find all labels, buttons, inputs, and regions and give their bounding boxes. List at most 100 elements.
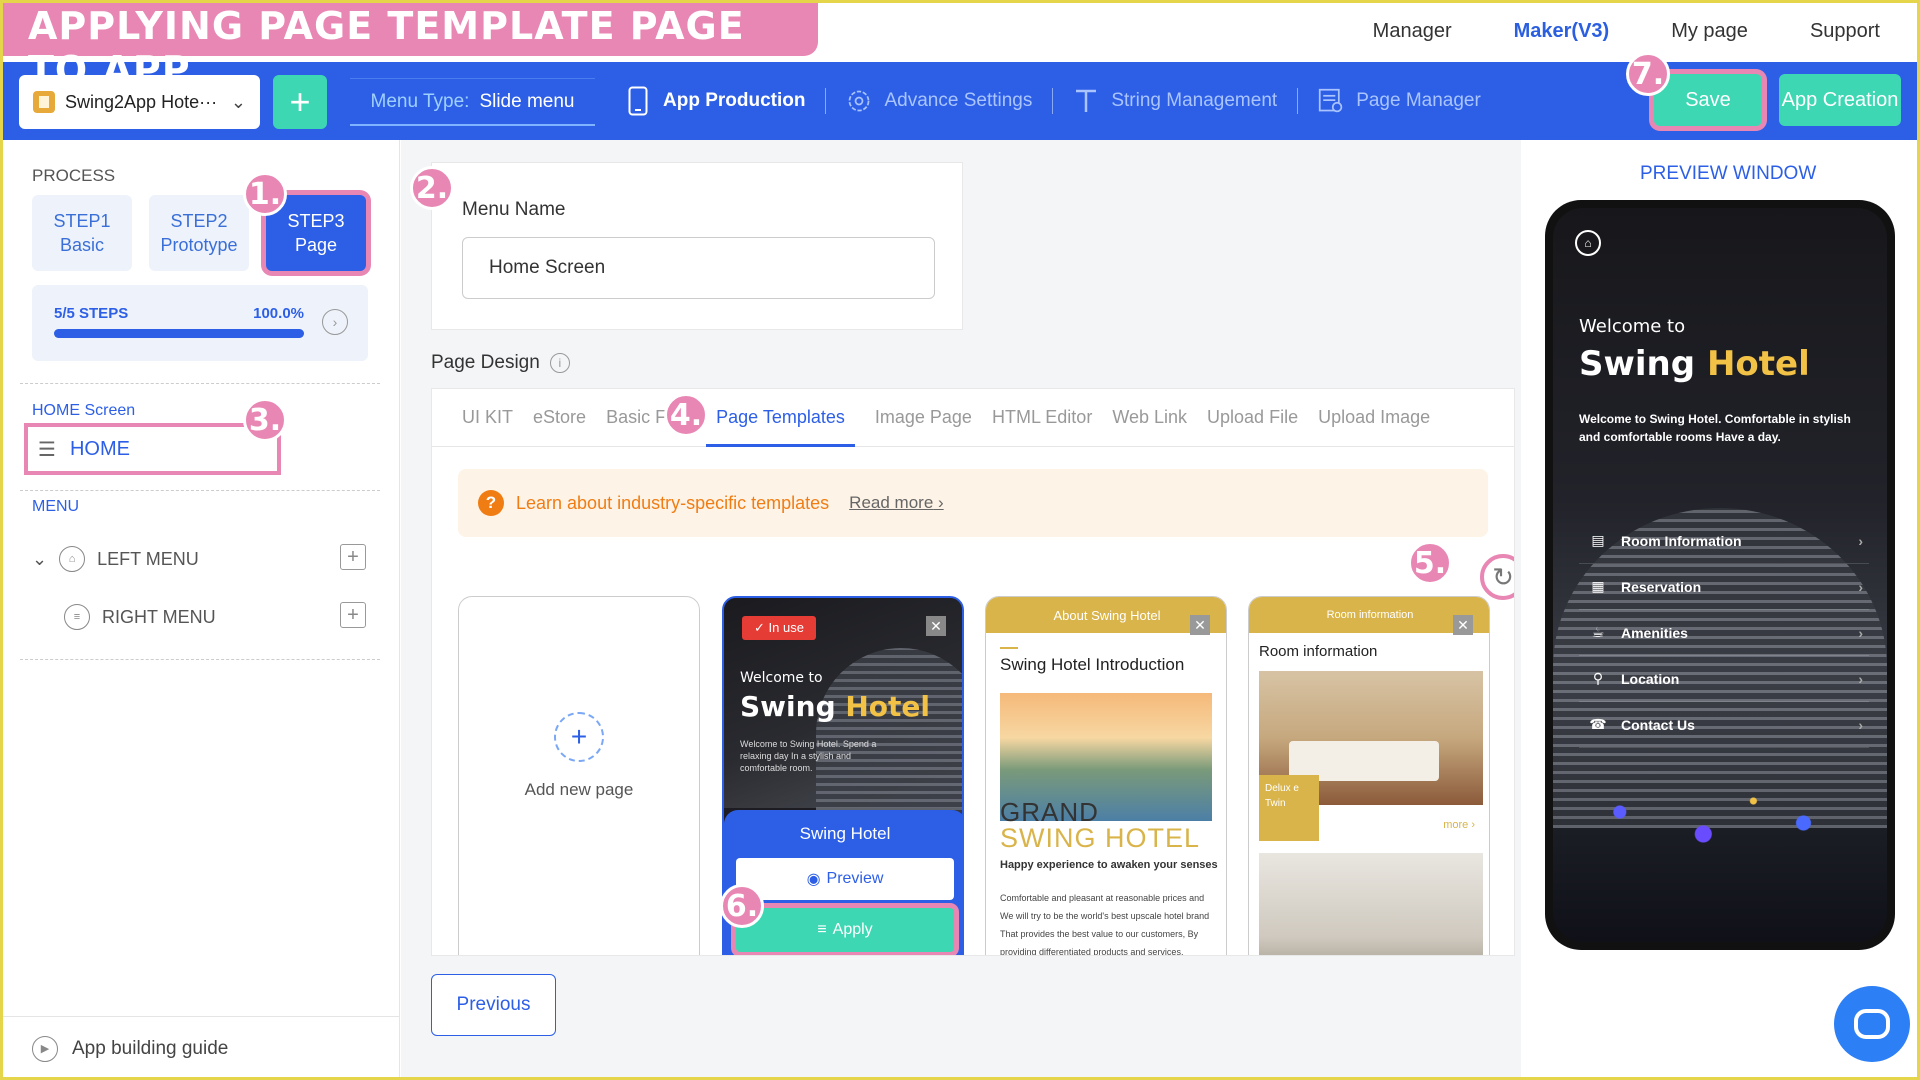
step-marker-1: 1. — [243, 172, 287, 216]
chevron-down-icon: ⌄ — [32, 548, 48, 569]
progress-steps: 5/5 STEPS — [54, 305, 129, 322]
preview-menu-amenities[interactable]: ☕ Amenities › — [1579, 610, 1869, 656]
app-creation-button[interactable]: App Creation — [1779, 74, 1901, 126]
divider — [20, 659, 380, 660]
home-icon[interactable]: ⌂ — [1575, 230, 1601, 256]
preview-menu-room-information[interactable]: ▤ Room Information › — [1579, 518, 1869, 564]
preview-menu-label: Reservation — [1621, 578, 1702, 595]
about-template-card[interactable]: About Swing Hotel ✕ Swing Hotel Introduc… — [985, 596, 1227, 956]
add-left-menu-button[interactable]: + — [340, 544, 366, 570]
preview-menu-label: Amenities — [1621, 624, 1688, 641]
preview-text: Welcome to Swing Hotel. Comfortable in s… — [1579, 412, 1851, 444]
tab-estore[interactable]: eStore — [533, 407, 586, 428]
home-menu-item[interactable]: ☰ HOME — [24, 423, 281, 475]
tab-upload-image[interactable]: Upload Image — [1318, 407, 1430, 428]
apply-icon: ≡ — [817, 921, 827, 938]
menu-type-selector[interactable]: Menu Type: Slide menu — [350, 78, 595, 126]
tab-upload-file[interactable]: Upload File — [1207, 407, 1298, 428]
chat-button[interactable] — [1834, 986, 1910, 1062]
app-logo-icon — [33, 91, 55, 113]
home-item-label: HOME — [69, 437, 130, 460]
about-tpl-title: Swing Hotel Introduction — [1000, 655, 1185, 674]
preview-label: Preview — [826, 870, 884, 887]
right-menu-row[interactable]: ≡ RIGHT MENU — [64, 604, 216, 630]
page-manager-tab[interactable]: Page Manager — [1318, 85, 1481, 117]
app-production-tab[interactable]: App Production — [625, 85, 805, 117]
question-icon: ? — [478, 490, 504, 516]
step-marker-7: 7. — [1626, 52, 1670, 96]
page-design-card: UI KIT eStore Basic Fea Page Templates I… — [431, 388, 1515, 956]
tab-web-link[interactable]: Web Link — [1112, 407, 1187, 428]
toolbar-menu: App Production Advance Settings String M… — [625, 62, 1481, 140]
step2-button[interactable]: STEP2 Prototype — [149, 195, 249, 271]
eye-icon: ◉ — [806, 871, 821, 888]
chevron-right-icon[interactable]: › — [322, 309, 348, 335]
preview-menu-reservation[interactable]: ▦ Reservation › — [1579, 564, 1869, 610]
night-lights-image — [1553, 768, 1887, 878]
close-icon[interactable]: ✕ — [1190, 615, 1210, 635]
step1-line2: Basic — [59, 235, 104, 255]
template-actions: Swing Hotel ◉ Preview ≡ Apply — [724, 810, 962, 955]
process-label: PROCESS — [32, 166, 116, 185]
step-marker-4: 4. — [664, 393, 708, 437]
preview-title-b: Hotel — [1706, 344, 1810, 384]
app-building-guide[interactable]: ▶ App building guide — [0, 1016, 400, 1080]
preview-menu: ▤ Room Information › ▦ Reservation › ☕ Amenit… — [1579, 518, 1869, 748]
toolbar-divider — [1297, 88, 1299, 114]
tab-html-editor[interactable]: HTML Editor — [992, 407, 1092, 428]
info-icon[interactable]: i — [549, 353, 570, 373]
chevron-right-icon: › — [1858, 578, 1863, 595]
menu-name-input[interactable]: Home Screen — [462, 237, 935, 299]
add-right-menu-button[interactable]: + — [340, 602, 366, 628]
refresh-icon[interactable]: ↻ — [1480, 554, 1514, 600]
preview-menu-label: Contact Us — [1621, 716, 1695, 733]
in-use-label: In use — [768, 620, 804, 635]
left-menu-row[interactable]: ⌄ ⌂ LEFT MENU — [32, 546, 199, 572]
hotel-tpl-title-a: Swing — [740, 690, 836, 723]
page-manager-icon — [1318, 85, 1344, 117]
step3-line2: Page — [294, 235, 338, 255]
text-icon — [1073, 85, 1099, 117]
step-marker-5: 5. — [1408, 541, 1452, 585]
close-icon[interactable]: ✕ — [926, 616, 946, 636]
room-template-card[interactable]: Room information ✕ Room information Delu… — [1248, 596, 1490, 955]
cup-icon: ☕ — [1591, 624, 1605, 640]
preview-menu-contact-us[interactable]: ☎ Contact Us › — [1579, 702, 1869, 748]
step1-line1: STEP1 — [53, 211, 111, 231]
home-screen-label: HOME Screen — [32, 402, 136, 419]
step1-button[interactable]: STEP1 Basic — [32, 195, 132, 271]
preview-menu-location[interactable]: ⚲ Location › — [1579, 656, 1869, 702]
preview-button[interactable]: ◉ Preview — [736, 858, 954, 900]
page-manager-label: Page Manager — [1356, 90, 1481, 111]
step-marker-6: 6. — [720, 884, 764, 928]
previous-button[interactable]: Previous — [431, 974, 556, 1036]
nav-support[interactable]: Support — [1810, 20, 1880, 43]
more-label: more — [1443, 819, 1469, 831]
more-link[interactable]: more › — [1443, 819, 1475, 831]
close-icon[interactable]: ✕ — [1453, 615, 1473, 635]
play-icon: ▶ — [32, 1035, 58, 1062]
nav-my-page[interactable]: My page — [1671, 20, 1748, 43]
about-tpl-body: Comfortable and pleasant at reasonable p… — [1000, 893, 1210, 956]
about-tpl-brand: SWING HOTEL — [1000, 823, 1201, 853]
toolbar-divider — [825, 88, 827, 114]
apply-button[interactable]: ≡ Apply — [736, 908, 954, 952]
add-new-page-label: Add new page — [524, 780, 634, 799]
read-more-link[interactable]: Read more › — [849, 493, 944, 513]
advance-settings-tab[interactable]: Advance Settings — [846, 85, 1032, 117]
tab-image-page[interactable]: Image Page — [875, 407, 972, 428]
phone-screen: ⌂ Welcome to Swing Hotel Welcome to Swin… — [1553, 208, 1887, 942]
menu-type-label: Menu Type: — [370, 90, 470, 112]
add-new-page-card[interactable]: + Add new page — [458, 596, 700, 955]
right-menu-label: RIGHT MENU — [102, 606, 216, 627]
nav-manager[interactable]: Manager — [1373, 20, 1452, 43]
string-management-tab[interactable]: String Management — [1073, 85, 1277, 117]
tab-page-templates[interactable]: Page Templates — [706, 389, 855, 447]
preview-menu-label: Room Information — [1621, 532, 1742, 549]
tab-ui-kit[interactable]: UI KIT — [462, 407, 513, 428]
progress-track — [54, 329, 304, 338]
add-app-button[interactable]: + — [273, 75, 327, 129]
phone-preview: ⌂ Welcome to Swing Hotel Welcome to Swin… — [1545, 200, 1895, 950]
save-button[interactable]: Save — [1654, 74, 1762, 126]
nav-maker[interactable]: Maker(V3) — [1514, 20, 1610, 43]
